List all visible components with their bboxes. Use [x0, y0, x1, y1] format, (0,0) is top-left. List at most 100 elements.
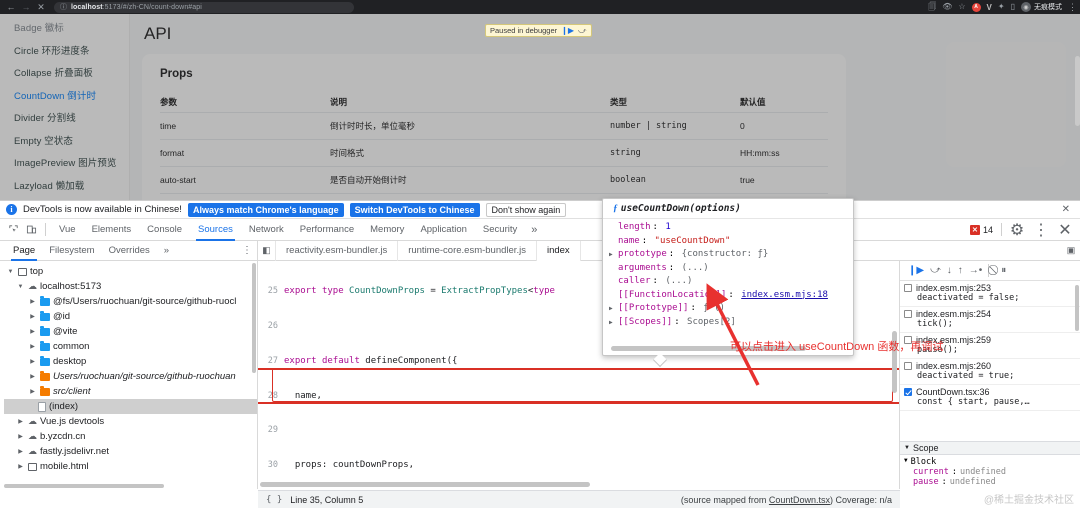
sidebar-item-circle[interactable]: Circle 环形进度条 [14, 39, 129, 62]
kebab-menu-icon[interactable]: ⋮ [242, 245, 257, 256]
chevron-right-icon[interactable]: ▶ [28, 313, 37, 320]
breakpoint-item[interactable]: CountDown.tsx:36 const { start, pause,… [900, 385, 1080, 411]
tree-item-id[interactable]: ▶ @id [4, 309, 257, 324]
scope-block-header[interactable]: ▼ Block [904, 457, 1076, 467]
page-info-icon[interactable]: ⓘ [60, 2, 67, 12]
tree-item-desktop[interactable]: ▶ desktop [4, 354, 257, 369]
tree-item-localhost[interactable]: ▼ ☁ localhost:5173 [4, 279, 257, 294]
collapse-sidebar-icon[interactable]: ◧ [258, 240, 276, 261]
breakpoint-checkbox[interactable] [904, 284, 912, 292]
breakpoint-item[interactable]: index.esm.mjs:254 tick(); [900, 307, 1080, 333]
tab-console[interactable]: Console [139, 219, 190, 241]
chevron-right-icon[interactable]: ▶ [16, 418, 25, 425]
always-match-language-button[interactable]: Always match Chrome's language [187, 202, 344, 217]
property-row[interactable]: ▶ prototype: {constructor: ƒ} [609, 248, 853, 262]
file-tab-index[interactable]: index [536, 240, 581, 261]
step-out-icon[interactable]: ↑ [958, 265, 963, 276]
chevron-right-icon[interactable]: ▶ [609, 248, 616, 262]
kebab-menu-icon[interactable]: ⋮ [1068, 2, 1077, 13]
navigator-horizontal-scrollbar[interactable] [4, 484, 164, 488]
chevron-right-icon[interactable]: ▶ [16, 448, 25, 455]
format-braces-icon[interactable]: { } [266, 495, 282, 505]
back-arrow-icon[interactable]: ← [4, 0, 18, 14]
resume-script-icon[interactable]: ❙▶ [908, 265, 924, 276]
chevron-right-icon[interactable]: ▶ [609, 316, 616, 330]
breakpoint-checkbox[interactable] [904, 362, 912, 370]
navigator-vertical-scrollbar[interactable] [252, 263, 256, 373]
device-toolbar-icon[interactable] [22, 221, 40, 239]
breakpoint-item[interactable]: index.esm.mjs:253 deactivated = false; [900, 281, 1080, 307]
sidebar-item-badge[interactable]: Badge 徽标 [14, 16, 129, 39]
chevron-right-icon[interactable]: ▶ [28, 343, 37, 350]
resume-script-icon[interactable]: ❙▶ [561, 26, 574, 35]
tree-item-top[interactable]: ▼ top [4, 264, 257, 279]
step-over-icon[interactable]: ⤻ [578, 26, 587, 36]
tab-application[interactable]: Application [412, 219, 474, 241]
tree-item-fs-users[interactable]: ▶ @fs/Users/ruochuan/git-source/github-r… [4, 294, 257, 309]
source-map-link[interactable]: CountDown.tsx [769, 495, 830, 505]
close-icon[interactable]: ✕ [1056, 221, 1074, 239]
chevron-double-right-icon[interactable]: » [525, 224, 543, 236]
sub-tab-overflow-icon[interactable]: » [157, 241, 176, 261]
incognito-indicator[interactable]: ◉ 无痕模式 [1021, 2, 1062, 12]
chevron-right-icon[interactable]: ▶ [16, 433, 25, 440]
tab-vue[interactable]: Vue [51, 219, 84, 241]
file-tab-reactivity[interactable]: reactivity.esm-bundler.js [276, 240, 399, 261]
tree-item-src-client[interactable]: ▶ src/client [4, 384, 257, 399]
chevron-down-icon[interactable]: ▼ [16, 284, 25, 290]
tab-network[interactable]: Network [241, 219, 292, 241]
sidebar-item-collapse[interactable]: Collapse 折叠面板 [14, 61, 129, 84]
breakpoint-checkbox[interactable] [904, 310, 912, 318]
sidebar-item-countdown[interactable]: CountDown 倒计时 [14, 84, 129, 107]
chevron-down-icon[interactable]: ▼ [6, 269, 15, 275]
vue-devtools-extension-icon[interactable]: V [987, 3, 992, 12]
chevron-right-icon[interactable]: ▶ [609, 302, 616, 316]
chevron-right-icon[interactable]: ▶ [28, 388, 37, 395]
tree-item-byzcdn[interactable]: ▶ ☁ b.yzcdn.cn [4, 429, 257, 444]
tab-performance[interactable]: Performance [292, 219, 362, 241]
tree-item-fastly-jsdelivr[interactable]: ▶ ☁ fastly.jsdelivr.net [4, 444, 257, 459]
scope-section-header[interactable]: ▼ Scope [900, 441, 1080, 455]
stop-icon[interactable]: ✕ [34, 0, 48, 14]
side-panel-icon[interactable]: ▯ [1011, 3, 1015, 11]
close-icon[interactable]: ✕ [1062, 204, 1074, 215]
chevron-right-icon[interactable]: ▶ [16, 463, 25, 470]
forward-arrow-icon[interactable]: → [19, 0, 33, 14]
gear-icon[interactable]: ⚙ [1008, 221, 1026, 239]
tree-item-common[interactable]: ▶ common [4, 339, 257, 354]
breakpoints-scrollbar[interactable] [1075, 285, 1079, 331]
step-over-icon[interactable]: ⤻ [930, 265, 941, 276]
breakpoint-checkbox[interactable] [904, 388, 912, 396]
breakpoint-item[interactable]: index.esm.mjs:260 deactivated = true; [900, 359, 1080, 385]
pause-on-exceptions-icon[interactable]: ⏸ [1001, 265, 1006, 276]
tab-memory[interactable]: Memory [362, 219, 412, 241]
file-tab-runtime-core[interactable]: runtime-core.esm-bundler.js [398, 240, 537, 261]
tab-sources[interactable]: Sources [190, 219, 241, 241]
sub-tab-page[interactable]: Page [6, 241, 42, 261]
sub-tab-filesystem[interactable]: Filesystem [42, 241, 101, 261]
tree-item-vue-devtools[interactable]: ▶ ☁ Vue.js devtools [4, 414, 257, 429]
bookmark-star-icon[interactable]: ☆ [958, 3, 965, 11]
chevron-right-icon[interactable]: ▶ [28, 328, 37, 335]
tree-item-index[interactable]: (index) [4, 399, 257, 414]
sub-tab-overrides[interactable]: Overrides [102, 241, 157, 261]
tree-item-vite[interactable]: ▶ @vite [4, 324, 257, 339]
adblock-extension-icon[interactable]: A [971, 2, 981, 12]
tree-item-mobile-html[interactable]: ▶ mobile.html [4, 459, 257, 474]
expand-panel-icon[interactable]: ▣ [1062, 241, 1080, 261]
chevron-right-icon[interactable]: ▶ [28, 373, 37, 380]
translate-icon[interactable]: 🗐 [928, 3, 936, 11]
error-count-badge[interactable]: ✕ 14 [968, 224, 995, 235]
inspect-element-icon[interactable] [4, 221, 22, 239]
tab-security[interactable]: Security [475, 219, 525, 241]
sidebar-item-divider[interactable]: Divider 分割线 [14, 106, 129, 129]
page-scrollbar[interactable] [1075, 56, 1080, 126]
sidebar-item-imagepreview[interactable]: ImagePreview 图片预览 [14, 151, 129, 174]
extensions-puzzle-icon[interactable]: ✦ [998, 3, 1005, 11]
tree-item-users-git-source[interactable]: ▶ Users/ruochuan/git-source/github-ruoch… [4, 369, 257, 384]
chevron-right-icon[interactable]: ▶ [28, 358, 37, 365]
tab-elements[interactable]: Elements [84, 219, 140, 241]
sidebar-item-empty[interactable]: Empty 空状态 [14, 129, 129, 152]
dont-show-again-button[interactable]: Don't show again [485, 202, 567, 217]
eye-off-icon[interactable]: 👁 [942, 3, 952, 11]
